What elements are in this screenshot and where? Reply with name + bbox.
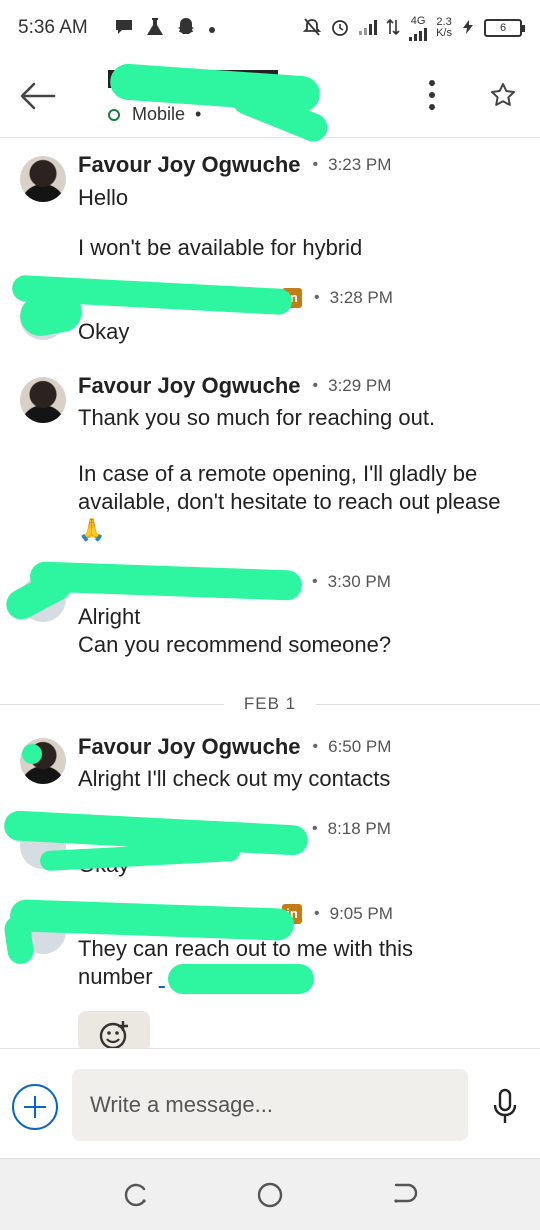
system-nav-bar xyxy=(0,1158,540,1230)
message-time: 8:18 PM xyxy=(327,819,391,838)
message-line: Thank you so much for reaching out. xyxy=(78,405,436,430)
separator-dot: • xyxy=(312,377,319,394)
status-time: 5:36 AM xyxy=(18,17,88,38)
more-options-button[interactable] xyxy=(420,76,444,118)
charging-icon xyxy=(460,19,476,38)
data-arrows-icon xyxy=(386,18,400,39)
presence-status: Mobile • xyxy=(108,104,211,125)
message-time: 3:30 PM xyxy=(327,572,391,591)
message-time: 3:28 PM xyxy=(329,288,393,307)
snapchat-ghost-icon xyxy=(176,17,196,40)
home-button[interactable] xyxy=(254,1179,286,1211)
sender-name[interactable]: Favour Joy Ogwuche xyxy=(78,734,301,760)
message-line: Alright I'll check out my contacts xyxy=(78,766,391,791)
home-circle-icon xyxy=(257,1182,283,1208)
separator-dot: • xyxy=(312,156,319,173)
back-nav-icon xyxy=(394,1183,418,1203)
message-time: 6:50 PM xyxy=(328,737,392,756)
message-line xyxy=(78,432,518,460)
message-body: Okay xyxy=(78,318,518,346)
message-body: Hello I won't be available for hybrid xyxy=(78,184,518,262)
message-line: Hello xyxy=(78,185,129,210)
message-bubble-icon xyxy=(114,18,134,39)
separator-dot: • xyxy=(195,104,202,124)
status-bar: 5:36 AM 4G 2.3 K/s 6 xyxy=(0,0,540,56)
message-body: Thank you so much for reaching out. In c… xyxy=(78,404,518,544)
back-button[interactable] xyxy=(18,78,64,114)
separator-dot: • xyxy=(314,289,320,306)
separator-dot: • xyxy=(312,573,318,590)
message-input[interactable] xyxy=(72,1069,468,1141)
message-time: 3:29 PM xyxy=(328,376,392,395)
separator-dot: • xyxy=(312,820,318,837)
attach-plus-button[interactable] xyxy=(12,1084,58,1130)
recents-button[interactable] xyxy=(120,1179,152,1211)
message-body: Alright Can you recommend someone? xyxy=(78,603,518,659)
flask-icon xyxy=(146,17,164,40)
message-line: Can you recommend someone? xyxy=(78,632,392,657)
alarm-clock-icon xyxy=(330,17,350,40)
mute-bell-icon xyxy=(302,17,322,40)
dot-icon xyxy=(208,19,216,37)
message-time: 9:05 PM xyxy=(329,904,393,923)
star-icon xyxy=(491,83,515,106)
message-line: Okay xyxy=(78,319,130,344)
vertical-dots-icon xyxy=(429,80,435,86)
presence-dot-icon xyxy=(108,108,120,121)
redaction-scribble xyxy=(168,964,314,994)
voice-message-button[interactable] xyxy=(490,1087,520,1127)
network-speed: 2.3 K/s xyxy=(436,16,452,39)
add-reaction-button[interactable] xyxy=(78,1011,150,1051)
avatar[interactable] xyxy=(20,156,66,202)
presence-label: Mobile xyxy=(132,104,186,124)
sender-name[interactable]: Favour Joy Ogwuche xyxy=(78,152,301,178)
message-line: In case of a remote opening, I'll gladly… xyxy=(78,461,501,542)
battery-icon: 6 xyxy=(484,19,525,37)
compose-bar xyxy=(0,1048,540,1158)
message-line: I won't be available for hybrid xyxy=(78,235,363,260)
message-line xyxy=(78,212,518,234)
sender-name[interactable]: Favour Joy Ogwuche xyxy=(78,373,301,399)
signal-icon xyxy=(358,19,378,38)
back-nav-button[interactable] xyxy=(388,1179,420,1211)
avatar[interactable] xyxy=(20,377,66,423)
microphone-icon xyxy=(493,1088,517,1123)
emoji-add-icon xyxy=(99,1021,128,1050)
date-divider: FEB 1 xyxy=(0,690,540,718)
date-label: FEB 1 xyxy=(243,694,297,713)
signal-4g-icon: 4G xyxy=(408,15,428,41)
message-body: Alright I'll check out my contacts xyxy=(78,765,518,793)
message-line: They can reach out to me with this xyxy=(78,936,414,961)
separator-dot: • xyxy=(314,905,320,922)
recents-icon xyxy=(124,1183,146,1207)
message-time: 3:23 PM xyxy=(328,155,392,174)
separator-dot: • xyxy=(312,738,319,755)
back-arrow-icon xyxy=(20,82,56,110)
star-button[interactable] xyxy=(490,82,518,110)
message-line: Alright xyxy=(78,604,141,629)
redaction-scribble xyxy=(22,744,42,764)
